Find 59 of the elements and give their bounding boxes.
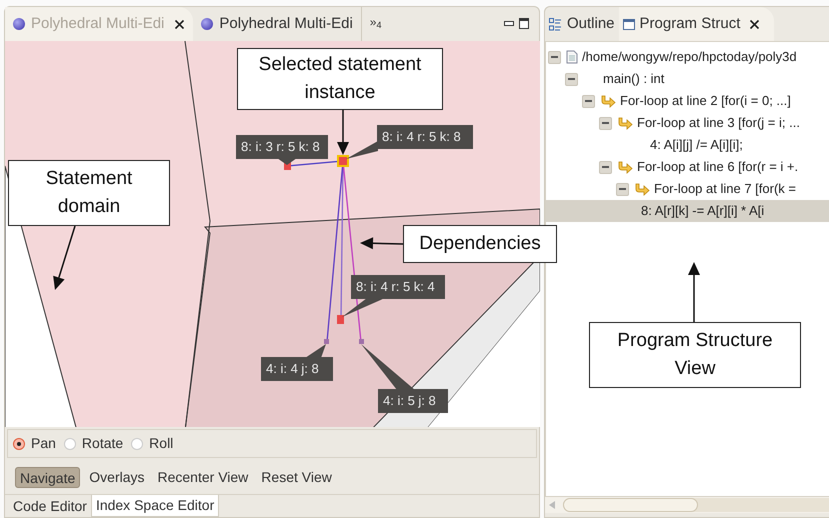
scroll-thumb[interactable] bbox=[563, 498, 698, 512]
tree-label: main() : int bbox=[603, 70, 664, 88]
tree-row[interactable]: For-loop at line 6 [for(r = i +. bbox=[599, 156, 829, 178]
loop-arrow-icon bbox=[617, 160, 633, 174]
window-icon bbox=[622, 18, 635, 30]
callout-box: Statement domain bbox=[8, 160, 170, 226]
tree-row[interactable]: 8: A[r][k] -= A[r][i] * A[i bbox=[633, 200, 829, 222]
instance-label: 4: i: 5 j: 8 bbox=[378, 389, 448, 413]
minimize-icon[interactable] bbox=[504, 21, 514, 26]
view-tab[interactable]: Outline bbox=[545, 7, 619, 41]
tree-label: 4: A[i][j] /= A[i][i]; bbox=[650, 136, 743, 154]
tree-row[interactable]: /home/wongyw/repo/hpctoday/poly3d bbox=[548, 46, 829, 68]
document-icon bbox=[566, 50, 578, 64]
tree-label: 8: A[r][k] -= A[r][i] * A[i bbox=[641, 202, 764, 220]
mode-radio[interactable]: Rotate bbox=[64, 433, 124, 454]
editor-mode-tab[interactable]: Index Space Editor bbox=[90, 495, 220, 517]
collapse-toggle[interactable] bbox=[599, 116, 612, 130]
tree-label: /home/wongyw/repo/hpctoday/poly3d bbox=[582, 48, 797, 66]
label-pointer bbox=[342, 298, 385, 317]
toolbar-button[interactable]: Overlays bbox=[85, 467, 148, 488]
mode-radio[interactable]: Roll bbox=[131, 433, 174, 454]
tree-label: For-loop at line 6 [for(r = i +. bbox=[637, 158, 798, 176]
close-icon[interactable] bbox=[749, 18, 760, 30]
tree-label: For-loop at line 2 [for(i = 0; ...] bbox=[620, 92, 791, 110]
callout-arrow bbox=[53, 226, 76, 290]
collapse-toggle[interactable] bbox=[616, 182, 629, 196]
outline-icon bbox=[549, 18, 562, 30]
callout-arrow bbox=[688, 262, 700, 322]
collapse-toggle[interactable] bbox=[582, 94, 595, 108]
editor-mode-tab[interactable]: Code Editor bbox=[9, 495, 91, 517]
toolbar-button[interactable]: Recenter View bbox=[154, 467, 252, 488]
instance-label: 8: i: 4 r: 5 k: 8 bbox=[377, 125, 473, 149]
collapse-toggle[interactable] bbox=[565, 72, 578, 86]
callout-arrow bbox=[337, 110, 349, 155]
collapse-toggle[interactable] bbox=[599, 160, 612, 174]
tree-row[interactable]: For-loop at line 2 [for(i = 0; ...] bbox=[582, 90, 829, 112]
mode-radio[interactable]: Pan bbox=[13, 433, 56, 454]
tree-row[interactable]: For-loop at line 7 [for(k = bbox=[616, 178, 829, 200]
toolbar-button[interactable]: Reset View bbox=[257, 467, 336, 488]
tree-row[interactable]: For-loop at line 3 [for(j = i; ... bbox=[599, 112, 829, 134]
loop-arrow-icon bbox=[634, 182, 650, 196]
callout-box: Program Structure View bbox=[589, 322, 801, 388]
callout-arrow bbox=[360, 237, 404, 250]
tree-label: For-loop at line 7 [for(k = bbox=[654, 180, 796, 198]
loop-arrow-icon bbox=[600, 94, 616, 108]
tree-row[interactable]: 4: A[i][j] /= A[i][i]; bbox=[616, 134, 829, 156]
callout-box: Dependencies bbox=[403, 225, 557, 263]
overflow-tabs-button[interactable]: »$_{4}$ bbox=[370, 13, 382, 31]
label-pointer bbox=[346, 141, 378, 159]
callout-box: Selected statement instance bbox=[237, 48, 443, 110]
loop-arrow-icon bbox=[617, 116, 633, 130]
view-tab[interactable]: Program Struct bbox=[618, 7, 774, 41]
toolbar-button[interactable]: Navigate bbox=[15, 467, 80, 488]
maximize-icon[interactable] bbox=[519, 18, 529, 29]
collapse-toggle[interactable] bbox=[548, 50, 561, 64]
tree-label: For-loop at line 3 [for(j = i; ... bbox=[637, 114, 800, 132]
close-icon[interactable] bbox=[174, 18, 186, 30]
label-pointer bbox=[361, 344, 415, 390]
tree-row[interactable]: main() : int bbox=[565, 68, 829, 90]
